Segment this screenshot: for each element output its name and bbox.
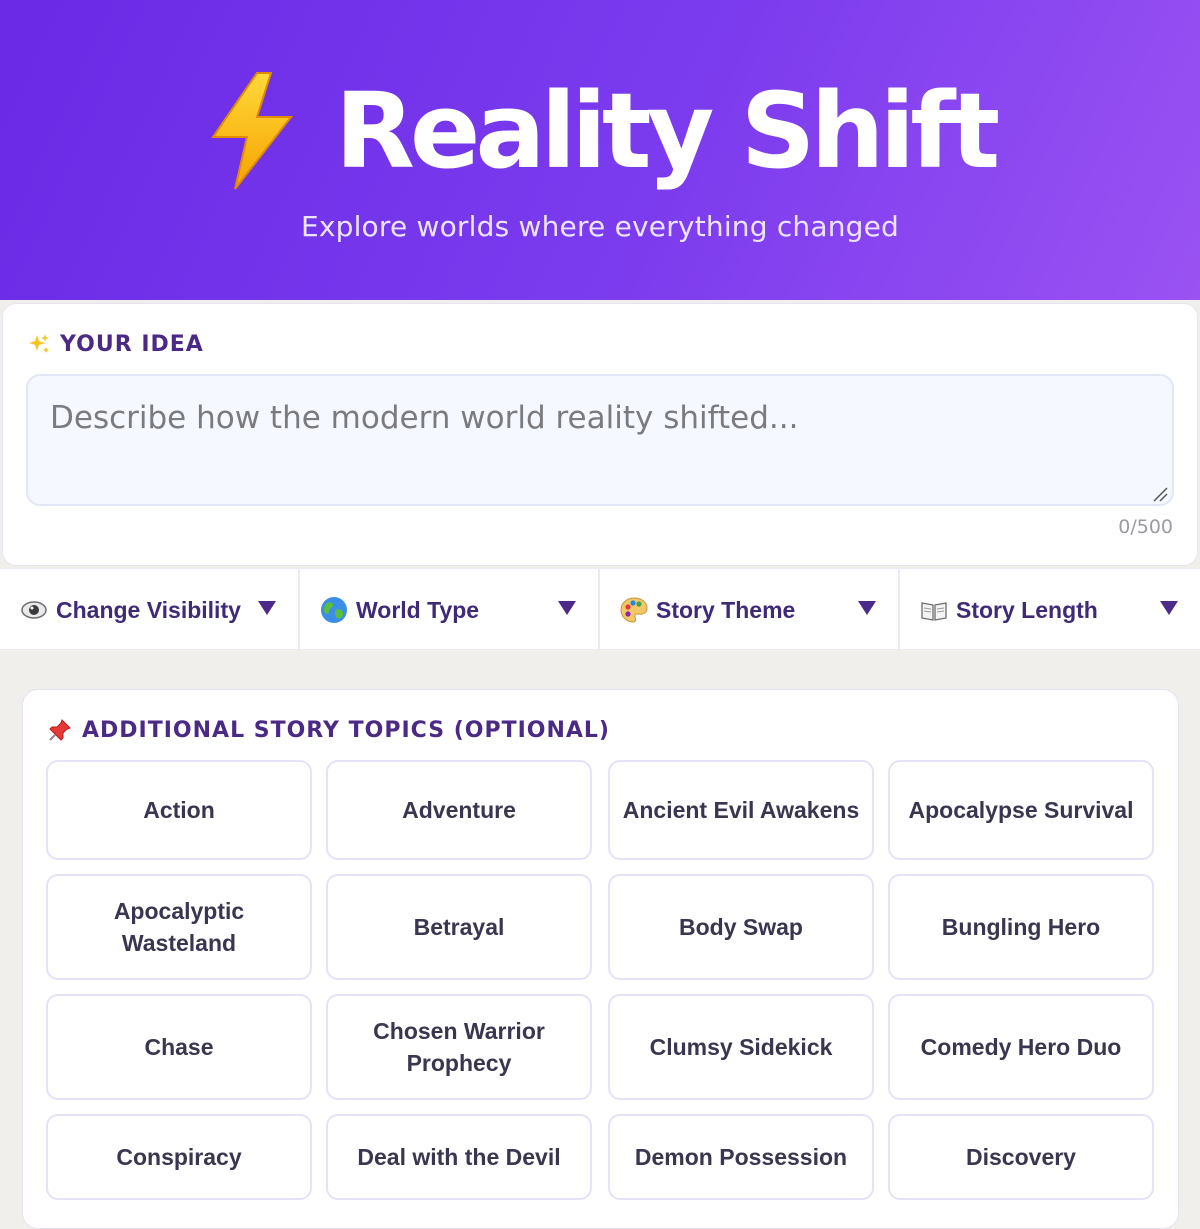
app-subtitle: Explore worlds where everything changed bbox=[300, 210, 900, 243]
chevron-down-icon bbox=[258, 601, 276, 615]
topic-chip-comedy-hero-duo[interactable]: Comedy Hero Duo bbox=[888, 994, 1154, 1100]
topic-chip-clumsy-sidekick[interactable]: Clumsy Sidekick bbox=[608, 994, 874, 1100]
chevron-down-icon bbox=[1160, 601, 1178, 615]
idea-section-label: YOUR IDEA bbox=[28, 328, 204, 360]
dropdown-label: World Type bbox=[356, 596, 480, 623]
chevron-down-icon bbox=[858, 601, 876, 615]
topic-chip-demon-possession[interactable]: Demon Possession bbox=[608, 1114, 874, 1200]
topic-chip-apocalypse-survival[interactable]: Apocalypse Survival bbox=[888, 760, 1154, 860]
globe-icon bbox=[321, 597, 347, 623]
story-theme-dropdown[interactable]: Story Theme bbox=[600, 569, 900, 651]
book-icon bbox=[921, 602, 947, 621]
options-bar: Change Visibility World Type Story Theme bbox=[0, 568, 1200, 651]
chevron-down-icon bbox=[558, 601, 576, 615]
topic-chip-bungling-hero[interactable]: Bungling Hero bbox=[888, 874, 1154, 980]
dropdown-label: Story Theme bbox=[656, 596, 796, 623]
topic-chip-adventure[interactable]: Adventure bbox=[326, 760, 592, 860]
idea-label-text: YOUR IDEA bbox=[60, 331, 204, 357]
app-title: Reality Shift bbox=[334, 70, 1000, 192]
app-header: Reality Shift Explore worlds where every… bbox=[0, 0, 1200, 300]
palette-icon bbox=[620, 597, 648, 623]
topic-chip-chase[interactable]: Chase bbox=[46, 994, 312, 1100]
topic-chip-ancient-evil-awakens[interactable]: Ancient Evil Awakens bbox=[608, 760, 874, 860]
topic-chip-deal-with-the-devil[interactable]: Deal with the Devil bbox=[326, 1114, 592, 1200]
topic-chip-conspiracy[interactable]: Conspiracy bbox=[46, 1114, 312, 1200]
character-counter: 0/500 bbox=[1118, 516, 1173, 538]
topic-chip-body-swap[interactable]: Body Swap bbox=[608, 874, 874, 980]
story-length-dropdown[interactable]: Story Length bbox=[900, 569, 1200, 651]
topic-chip-apocalyptic-wasteland[interactable]: Apocalyptic Wasteland bbox=[46, 874, 312, 980]
pushpin-icon bbox=[49, 719, 71, 741]
sparkles-icon bbox=[29, 334, 49, 353]
topic-chip-action[interactable]: Action bbox=[46, 760, 312, 860]
change-visibility-dropdown[interactable]: Change Visibility bbox=[0, 569, 300, 651]
title-row: Reality Shift bbox=[0, 66, 1200, 196]
world-type-dropdown[interactable]: World Type bbox=[300, 569, 600, 651]
resize-handle[interactable] bbox=[1152, 486, 1168, 502]
topic-chip-discovery[interactable]: Discovery bbox=[888, 1114, 1154, 1200]
eye-icon bbox=[21, 601, 47, 619]
dropdown-label: Change Visibility bbox=[56, 596, 241, 623]
lightning-bolt-icon bbox=[210, 72, 293, 190]
topics-label-text: ADDITIONAL STORY TOPICS (OPTIONAL) bbox=[82, 717, 610, 743]
dropdown-label: Story Length bbox=[956, 596, 1098, 623]
topic-chip-chosen-warrior-prophecy[interactable]: Chosen Warrior Prophecy bbox=[326, 994, 592, 1100]
topic-chip-betrayal[interactable]: Betrayal bbox=[326, 874, 592, 980]
idea-textarea[interactable] bbox=[26, 374, 1174, 506]
topics-section-label: ADDITIONAL STORY TOPICS (OPTIONAL) bbox=[48, 714, 610, 746]
